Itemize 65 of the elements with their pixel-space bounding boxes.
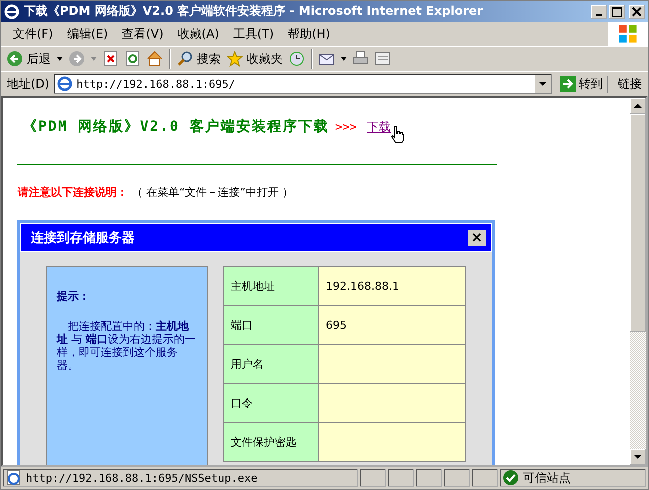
menu-item[interactable]: 收藏(A) (172, 26, 228, 42)
status-panel (360, 469, 386, 487)
tip-title: 提示： (57, 289, 91, 304)
maximize-icon (612, 6, 622, 16)
favorites-button[interactable]: 收藏夹 (227, 50, 283, 68)
status-panel (444, 469, 470, 487)
field-label: 口令 (224, 384, 318, 422)
status-panel (472, 469, 498, 487)
minimize-icon (596, 14, 602, 16)
hand-cursor-icon (391, 126, 406, 144)
page-heading: 《PDM 网络版》V2.0 客户端安装程序下载 (23, 118, 330, 136)
field-value: 192.168.88.1 (318, 266, 466, 306)
arrows-text: >>> (335, 120, 358, 134)
dropdown-button[interactable] (535, 75, 551, 93)
field-label: 端口 (224, 306, 318, 344)
printer-icon[interactable] (353, 51, 369, 67)
scroll-down-button[interactable] (630, 449, 646, 465)
notice-label: 请注意以下连接说明： (18, 185, 128, 200)
status-panel (416, 469, 442, 487)
links-button[interactable]: 链接 (612, 76, 648, 92)
arrow-icon (560, 76, 576, 92)
refresh-icon[interactable] (125, 51, 141, 67)
scroll-thumb[interactable] (630, 114, 646, 332)
close-icon (632, 6, 642, 16)
edit-icon[interactable] (375, 51, 391, 67)
dialog-title: 连接到存储服务器 (31, 230, 135, 246)
address-field[interactable]: http://192.168.88.1:695/ (54, 74, 552, 94)
search-icon (177, 51, 193, 67)
scrollbar[interactable] (630, 98, 646, 465)
download-link[interactable]: 下载 (367, 118, 392, 136)
window-title: 下载《PDM 网络版》V2.0 客户端软件安装程序 - Microsoft Internet Explorer (24, 3, 484, 20)
home-icon[interactable] (147, 51, 163, 67)
caret-icon[interactable] (341, 57, 347, 61)
stop-icon[interactable] (103, 51, 119, 67)
zone-text: 可信站点 (523, 470, 571, 486)
down-arrow-icon (634, 455, 642, 459)
field-value: 695 (318, 306, 466, 344)
page-icon (56, 76, 73, 92)
field-label: 文件保护密匙 (224, 422, 318, 462)
close-button[interactable] (629, 4, 645, 18)
menu-item[interactable]: 文件(F) (7, 26, 62, 42)
search-button[interactable]: 搜索 (177, 50, 221, 68)
maximize-button[interactable] (609, 4, 625, 18)
scroll-up-button[interactable] (630, 98, 646, 114)
menu-item[interactable]: 查看(V) (116, 26, 172, 42)
status-text: http://192.168.88.1:695/NSSetup.exe (26, 472, 258, 484)
menu-item[interactable]: 工具(T) (227, 26, 282, 42)
caret-icon[interactable] (57, 57, 63, 61)
check-icon (503, 470, 519, 486)
field-label: 用户名 (224, 344, 318, 384)
tip-text: 把连接配置中的：主机地址 与 端口设为右边提示的一样，即可连接到这个服务器。 (57, 320, 197, 372)
up-arrow-icon (634, 104, 642, 108)
address-label: 地址(D) (7, 76, 50, 92)
browser-icon (4, 4, 20, 20)
field-label: 主机地址 (224, 266, 318, 306)
back-button[interactable]: 后退 (7, 50, 51, 68)
history-icon[interactable] (289, 51, 305, 67)
notice-text: （ 在菜单“文件－连接”中打开 ） (132, 185, 294, 200)
menu-item[interactable]: 帮助(H) (282, 26, 338, 42)
minimize-button[interactable] (591, 4, 607, 18)
menu-item[interactable]: 编辑(E) (61, 26, 116, 42)
star-icon (227, 51, 243, 67)
status-panel (388, 469, 414, 487)
page-icon (6, 470, 22, 486)
go-button[interactable]: 转到 (556, 76, 608, 92)
